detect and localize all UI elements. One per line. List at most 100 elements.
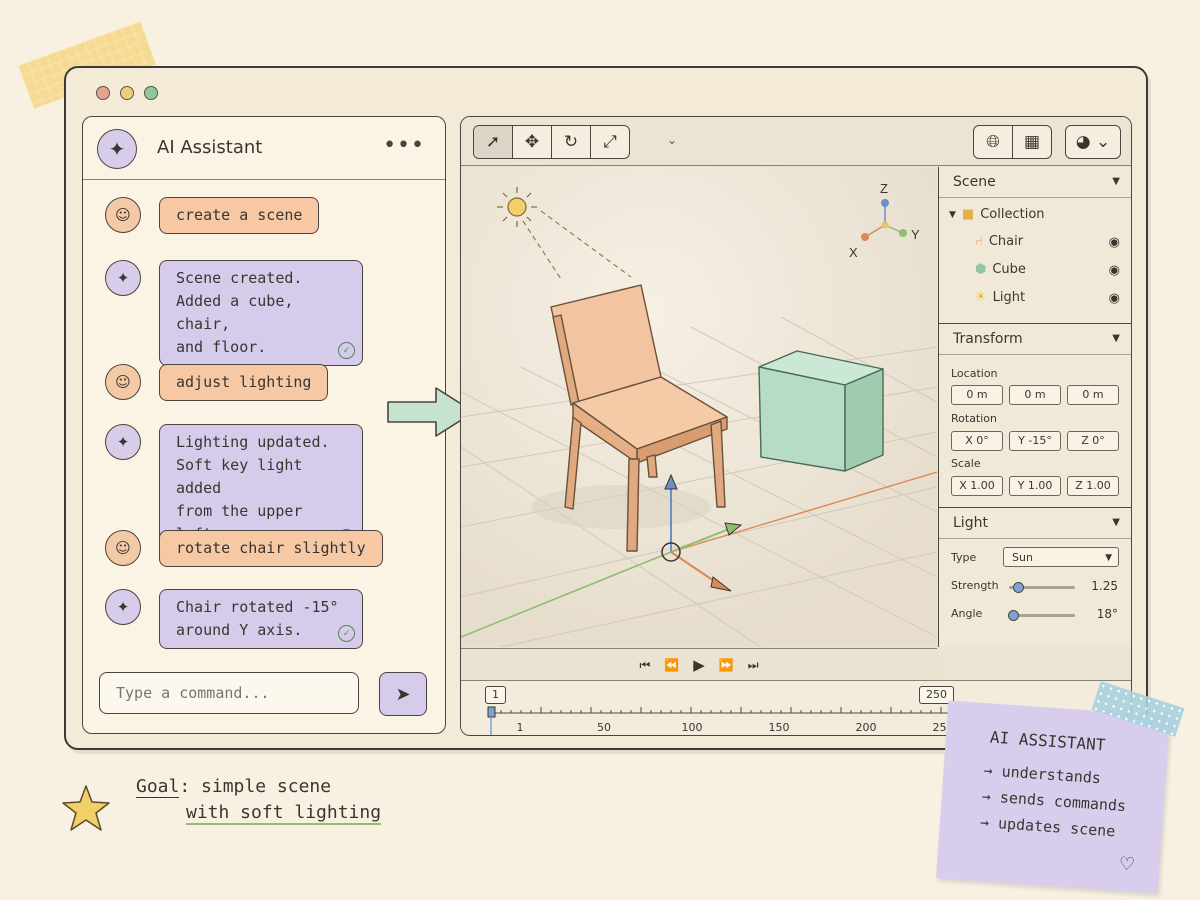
close-dot[interactable] [96,86,110,100]
rotate-icon: ↻ [563,132,579,152]
outliner-item-light[interactable]: ☀ Light [975,290,1025,305]
angle-slider-knob[interactable] [1008,610,1020,621]
location-x-field[interactable]: 0 m [951,385,1003,405]
goal-prefix: Goal [136,776,180,798]
scale-icon: ⤢ [603,132,617,152]
strength-slider[interactable] [1009,582,1075,593]
ai-message-text: Lighting updated. Soft key light added f… [176,433,330,543]
goal-line-1: : simple scene [179,776,332,797]
strength-label: Strength [951,579,999,592]
user-message: rotate chair slightly [159,530,383,567]
chevron-down-icon[interactable]: ⌄ [667,133,677,147]
message-row: ✦ Scene created. Added a cube, chair, an… [105,260,363,366]
playback-controls: ⏮ ⏪ ▶ ⏩ ⏭ [461,648,937,681]
scale-x-field[interactable]: X 1.00 [951,476,1003,496]
rotation-label: Rotation [951,412,998,425]
expand-triangle-icon[interactable]: ▼ [949,210,956,220]
z-axis-label: Z [880,181,888,196]
grid-button[interactable]: ▦ [1013,126,1051,158]
cube-icon: ⬢ [975,262,987,277]
jump-start-icon[interactable]: ⏮ [639,658,650,673]
rotation-z-field[interactable]: Z 0° [1067,431,1119,451]
angle-value: 18° [1096,607,1118,621]
outliner-item-cube[interactable]: ⬢ Cube [975,262,1026,277]
outliner-item-label: Chair [988,234,1024,249]
transform-panel-header[interactable]: Transform ▼ [939,323,1131,355]
angle-slider[interactable] [1008,610,1075,621]
visibility-eye-icon[interactable]: ◉ [1109,291,1120,306]
check-icon: ✓ [338,342,355,359]
sticky-line: → understands [983,761,1102,788]
outliner-item-chair[interactable]: ⑁ Chair [975,234,1023,249]
more-dots-icon[interactable]: ••• [383,133,425,158]
message-row: ✦ Chair rotated -15° around Y axis. ✓ [105,589,363,649]
scale-label: Scale [951,457,981,470]
select-tool[interactable]: ➚ [474,126,513,158]
command-input[interactable] [99,672,359,714]
sticky-note: AI ASSISTANT → understands → sends comma… [936,700,1170,894]
chevron-down-icon: ▼ [1105,553,1112,563]
cube-object[interactable] [758,350,884,472]
location-y-field[interactable]: 0 m [1009,385,1061,405]
play-icon[interactable]: ▶ [693,656,705,674]
scale-y-field[interactable]: Y 1.00 [1009,476,1061,496]
collapse-triangle-icon[interactable]: ▼ [1112,517,1120,528]
visibility-eye-icon[interactable]: ◉ [1109,263,1120,278]
rotation-y-field[interactable]: Y -15° [1009,431,1061,451]
properties-sidebar: Scene ▼ ▼ ■ Collection ⑁ Chair ◉ ⬢ Cube … [938,167,1131,647]
ai-message-text: Scene created. Added a cube, chair, and … [176,269,303,356]
check-icon: ✓ [338,625,355,642]
shading-button[interactable]: ◕ ⌄ [1066,126,1120,158]
strength-slider-knob[interactable] [1012,582,1024,593]
x-axis-label: X [849,245,858,260]
light-type-select[interactable]: Sun ▼ [1003,547,1119,567]
angle-label: Angle [951,607,983,620]
y-axis-label: Y [911,227,920,242]
maximize-dot[interactable] [144,86,158,100]
goal-note: Goal: simple scene with soft lighting [136,774,382,826]
user-message: adjust lighting [159,364,329,401]
sparkle-icon: ✦ [105,589,141,625]
send-button[interactable]: ➤ [379,672,427,716]
rotation-x-field[interactable]: X 0° [951,431,1003,451]
minimize-dot[interactable] [120,86,134,100]
step-forward-icon[interactable]: ⏩ [719,658,734,672]
tick-label: 1 [516,721,524,734]
message-row: ☺ adjust lighting [105,364,329,401]
light-panel-header[interactable]: Light ▼ [939,507,1131,539]
sticky-line: → updates scene [979,812,1116,841]
shading-menu[interactable]: ◕ ⌄ [1065,125,1121,159]
collection-label: Collection [980,207,1045,222]
tick-label: 200 [855,721,877,734]
playhead[interactable] [487,706,496,718]
step-back-icon[interactable]: ⏪ [664,658,679,672]
jump-end-icon[interactable]: ⏭ [748,658,759,673]
collection-item[interactable]: ▼ ■ Collection [949,207,1045,222]
rotate-tool[interactable]: ↻ [552,126,591,158]
collapse-triangle-icon[interactable]: ▼ [1112,333,1120,344]
location-z-field[interactable]: 0 m [1067,385,1119,405]
3d-viewport[interactable]: Z Y X [461,167,938,648]
collapse-triangle-icon[interactable]: ▼ [1112,176,1120,187]
sparkle-icon: ✦ [97,129,137,169]
user-icon: ☺ [105,364,141,400]
star-doodle-icon [62,785,110,831]
sticky-title: AI ASSISTANT [989,727,1107,755]
visibility-eye-icon[interactable]: ◉ [1109,235,1120,250]
view-tools: 🌐︎ ▦ [973,125,1052,159]
globe-button[interactable]: 🌐︎ [974,126,1013,158]
tick-label: 50 [597,721,611,734]
scale-z-field[interactable]: Z 1.00 [1067,476,1119,496]
outliner-item-label: Light [992,290,1026,305]
scale-tool[interactable]: ⤢ [591,126,629,158]
viewport-canvas: Z Y X [461,167,938,648]
move-tool[interactable]: ✥ [513,126,552,158]
scene-panel-header[interactable]: Scene ▼ [939,167,1131,198]
grid-icon: ▦ [1023,132,1041,152]
light-type-label: Type [951,551,977,564]
chat-header: ✦ AI Assistant ••• [83,117,445,180]
ai-message: Chair rotated -15° around Y axis. ✓ [159,589,363,649]
shading-icon: ◕ ⌄ [1075,132,1111,152]
goal-line-2: with soft lighting [186,802,382,825]
message-row: ☺ create a scene [105,197,320,234]
